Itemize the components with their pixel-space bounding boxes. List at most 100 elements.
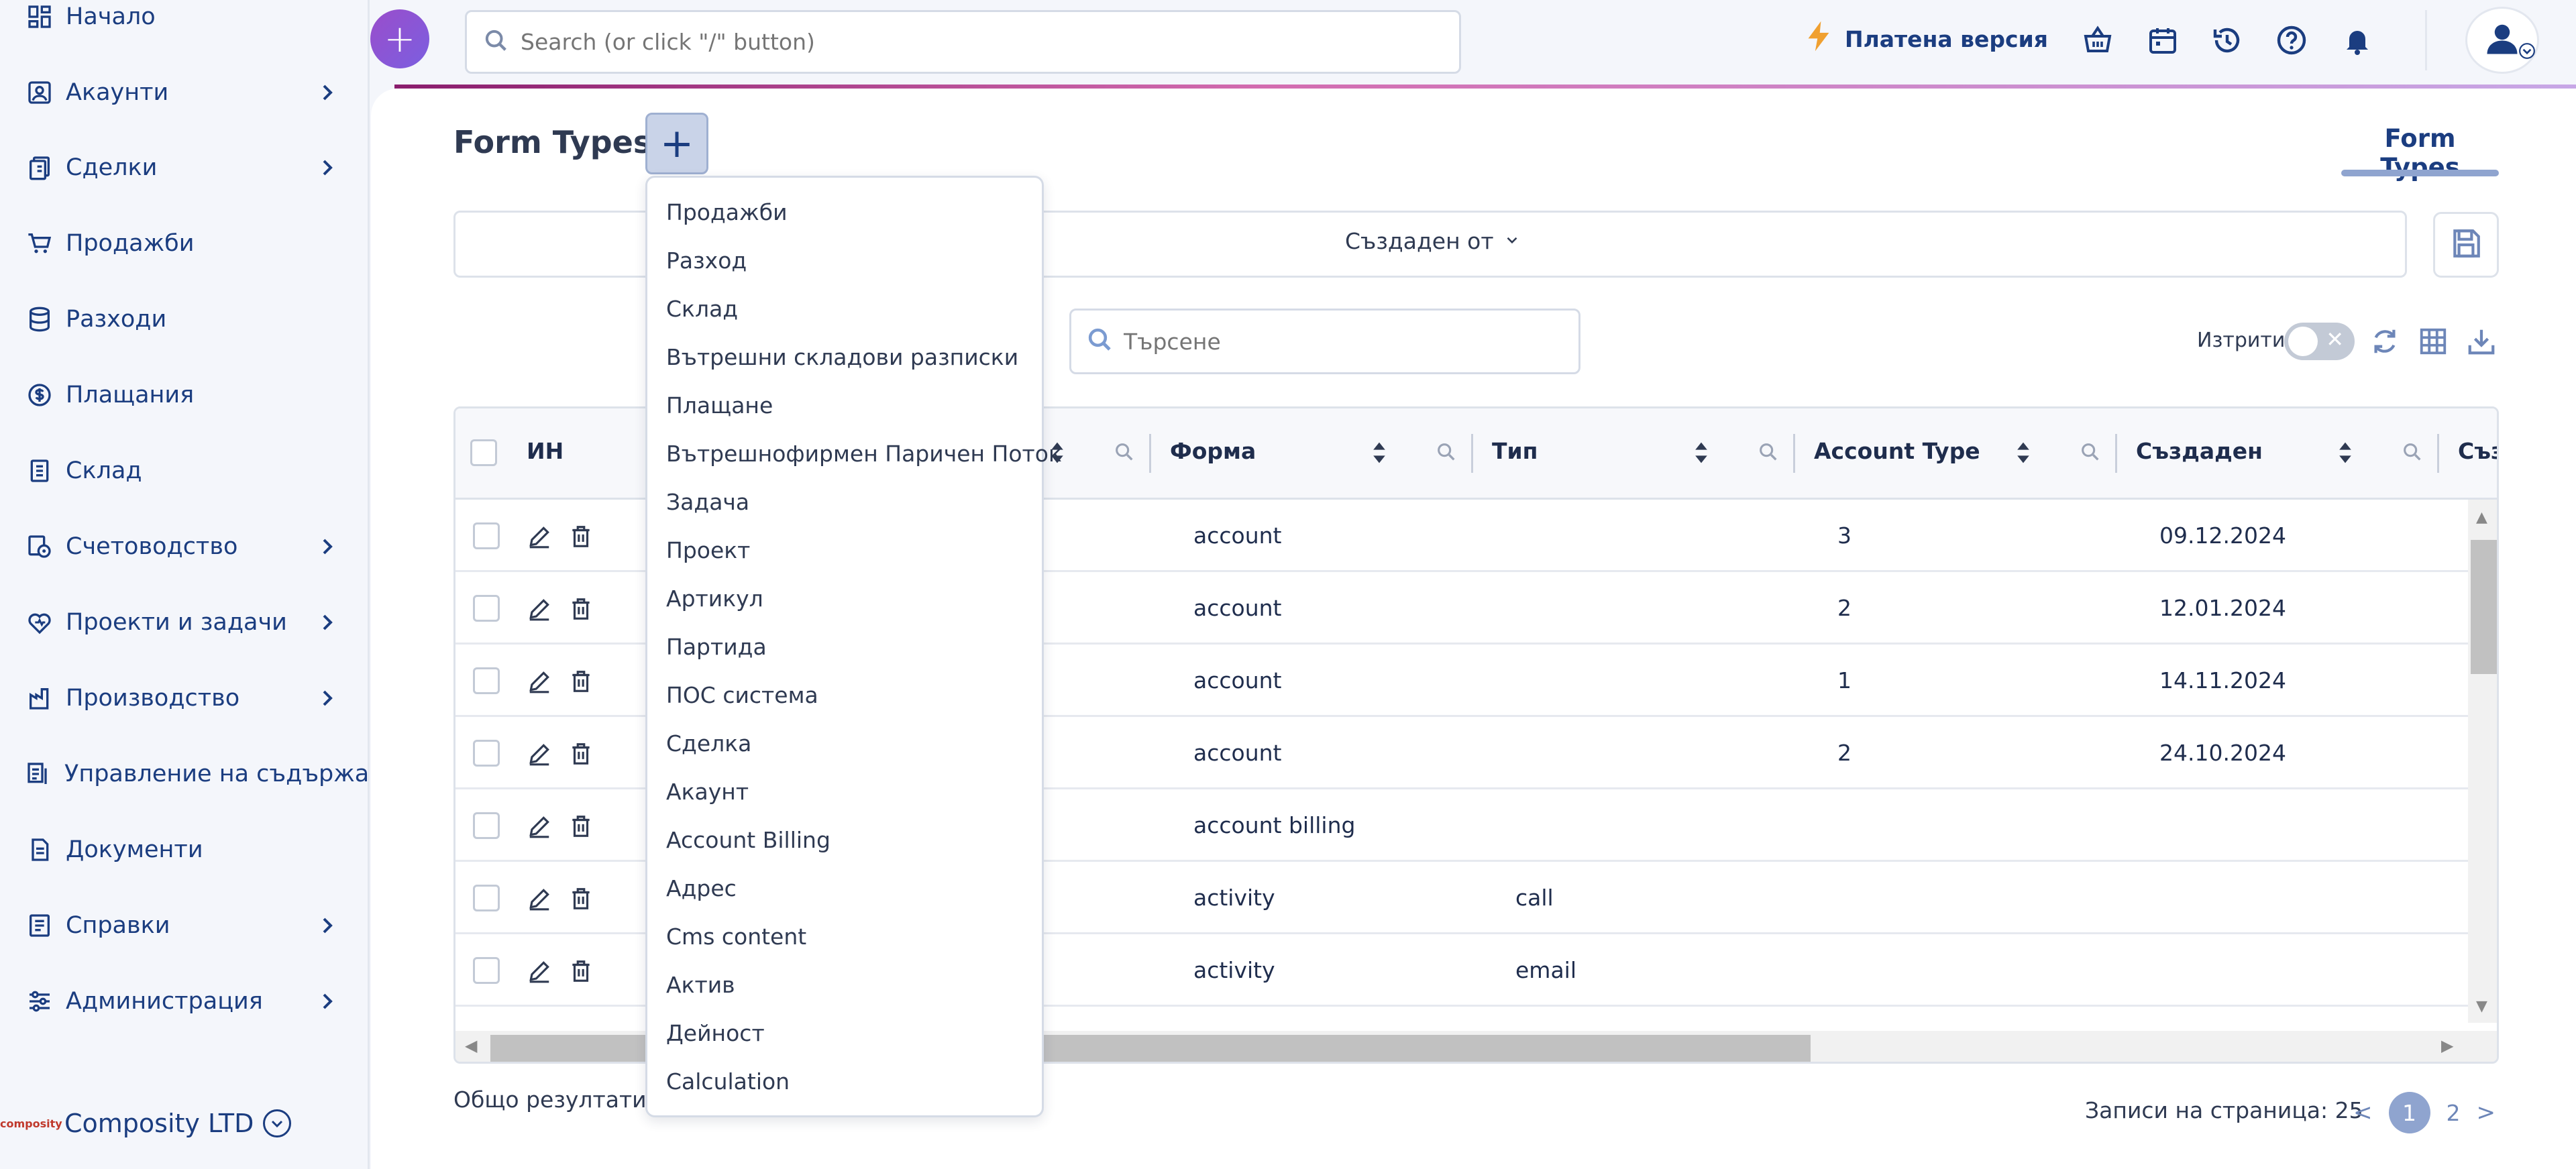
row-checkbox[interactable] xyxy=(473,957,500,984)
sidebar-item-1[interactable]: Начало xyxy=(25,0,361,44)
row-checkbox[interactable] xyxy=(473,522,500,549)
sort-icon[interactable] xyxy=(1691,438,1711,467)
column-search-icon[interactable] xyxy=(1757,441,1780,463)
sidebar-item-10[interactable]: Производство xyxy=(25,671,361,725)
column-separator[interactable] xyxy=(1149,434,1151,473)
edit-icon[interactable] xyxy=(527,741,552,767)
prev-page-button[interactable]: < xyxy=(2353,1099,2373,1126)
column-separator[interactable] xyxy=(2437,434,2439,473)
dropdown-item[interactable]: Задача xyxy=(666,489,749,515)
bell-icon[interactable] xyxy=(2341,24,2373,56)
sidebar-item-6[interactable]: Плащания xyxy=(25,368,361,422)
sidebar-item-14[interactable]: Администрация xyxy=(25,975,361,1028)
dropdown-item[interactable]: Calculation xyxy=(666,1068,790,1095)
sidebar-item-4[interactable]: Продажби xyxy=(25,217,361,270)
chevron-right-icon[interactable] xyxy=(314,533,341,560)
column-type[interactable]: Тип xyxy=(1492,438,1538,464)
user-menu[interactable] xyxy=(2465,7,2539,74)
row-checkbox[interactable] xyxy=(473,885,500,911)
chevron-right-icon[interactable] xyxy=(314,912,341,939)
trash-icon[interactable] xyxy=(568,669,594,694)
column-separator[interactable] xyxy=(2115,434,2117,473)
sidebar-item-7[interactable]: Склад xyxy=(25,444,361,498)
save-filter-button[interactable] xyxy=(2433,212,2499,278)
column-created-by[interactable]: Създ xyxy=(2458,438,2497,464)
dropdown-item[interactable]: Cms content xyxy=(666,924,806,950)
dropdown-item[interactable]: Партида xyxy=(666,634,767,660)
sidebar-item-13[interactable]: Справки xyxy=(25,899,361,952)
row-checkbox[interactable] xyxy=(473,667,500,694)
chevron-right-icon[interactable] xyxy=(314,988,341,1015)
calendar-icon[interactable] xyxy=(2147,24,2179,56)
column-separator[interactable] xyxy=(1471,434,1473,473)
chevron-down-icon[interactable] xyxy=(263,1109,292,1137)
sidebar-item-3[interactable]: Сделки xyxy=(25,141,361,194)
vertical-scrollbar[interactable]: ▲ ▼ xyxy=(2468,500,2497,1023)
column-id[interactable]: ИН xyxy=(527,438,564,464)
dropdown-item[interactable]: Плащане xyxy=(666,392,773,419)
trash-icon[interactable] xyxy=(568,958,594,984)
page-1-button[interactable]: 1 xyxy=(2388,1092,2430,1133)
global-search[interactable] xyxy=(465,10,1461,74)
sidebar-item-9[interactable]: Проекти и задачи xyxy=(25,596,361,649)
scrollbar-thumb[interactable] xyxy=(2471,540,2497,674)
sort-icon[interactable] xyxy=(1369,438,1389,467)
help-icon[interactable] xyxy=(2275,24,2308,56)
dropdown-item[interactable]: Актив xyxy=(666,972,735,998)
column-search-icon[interactable] xyxy=(1113,441,1136,463)
select-all-checkbox[interactable] xyxy=(470,439,497,466)
sort-icon[interactable] xyxy=(2335,438,2355,467)
sidebar-item-8[interactable]: Счетоводство xyxy=(25,520,361,573)
dropdown-item[interactable]: Проект xyxy=(666,537,750,563)
table-search[interactable] xyxy=(1069,309,1580,374)
dropdown-item[interactable]: Адрес xyxy=(666,875,737,901)
column-separator[interactable] xyxy=(1793,434,1795,473)
row-checkbox[interactable] xyxy=(473,812,500,839)
edit-icon[interactable] xyxy=(527,524,552,549)
company-switcher[interactable]: composity Composity LTD xyxy=(0,1100,349,1147)
trash-icon[interactable] xyxy=(568,814,594,839)
scroll-left-icon[interactable]: ◀ xyxy=(465,1036,477,1055)
edit-icon[interactable] xyxy=(527,814,552,839)
page-2-button[interactable]: 2 xyxy=(2447,1100,2461,1126)
table-search-input[interactable] xyxy=(1124,328,1560,355)
sidebar-item-5[interactable]: Разходи xyxy=(25,292,361,346)
column-account-type[interactable]: Account Type xyxy=(1814,438,1980,464)
scroll-down-icon[interactable]: ▼ xyxy=(2476,998,2487,1015)
dropdown-item[interactable]: Склад xyxy=(666,296,738,322)
dropdown-item[interactable]: Account Billing xyxy=(666,827,830,853)
chevron-right-icon[interactable] xyxy=(314,609,341,636)
quick-add-button[interactable]: + xyxy=(370,9,429,68)
history-icon[interactable] xyxy=(2211,24,2243,56)
row-checkbox[interactable] xyxy=(473,740,500,767)
trash-icon[interactable] xyxy=(568,886,594,911)
edit-icon[interactable] xyxy=(527,886,552,911)
global-search-input[interactable] xyxy=(521,29,1393,55)
dropdown-item[interactable]: Разход xyxy=(666,247,747,274)
column-search-icon[interactable] xyxy=(1435,441,1458,463)
add-form-type-button[interactable]: + xyxy=(645,113,708,174)
download-icon[interactable] xyxy=(2466,326,2497,357)
basket-icon[interactable] xyxy=(2082,24,2114,56)
trash-icon[interactable] xyxy=(568,524,594,549)
column-search-icon[interactable] xyxy=(2079,441,2102,463)
dropdown-item[interactable]: Вътрешнофирмен Паричен Поток xyxy=(666,441,1062,467)
dropdown-item[interactable]: Акаунт xyxy=(666,779,749,805)
deleted-toggle[interactable]: ✕ xyxy=(2284,323,2355,360)
chevron-right-icon[interactable] xyxy=(314,154,341,181)
sort-icon[interactable] xyxy=(2013,438,2033,467)
column-search-icon[interactable] xyxy=(2401,441,2424,463)
created-by-filter[interactable]: Създаден от xyxy=(1345,228,1521,254)
records-per-page[interactable]: Записи на страница: 25 xyxy=(2085,1097,2363,1123)
scroll-right-icon[interactable]: ▶ xyxy=(2441,1036,2453,1055)
dropdown-item[interactable]: Вътрешни складови разписки xyxy=(666,344,1018,370)
dropdown-item[interactable]: Дейност xyxy=(666,1020,765,1046)
trash-icon[interactable] xyxy=(568,741,594,767)
column-form[interactable]: Форма xyxy=(1170,438,1256,464)
sidebar-item-12[interactable]: Документи xyxy=(25,823,361,877)
row-checkbox[interactable] xyxy=(473,595,500,622)
chevron-right-icon[interactable] xyxy=(314,685,341,712)
dropdown-item[interactable]: Продажби xyxy=(666,199,788,225)
edit-icon[interactable] xyxy=(527,669,552,694)
edit-icon[interactable] xyxy=(527,596,552,622)
